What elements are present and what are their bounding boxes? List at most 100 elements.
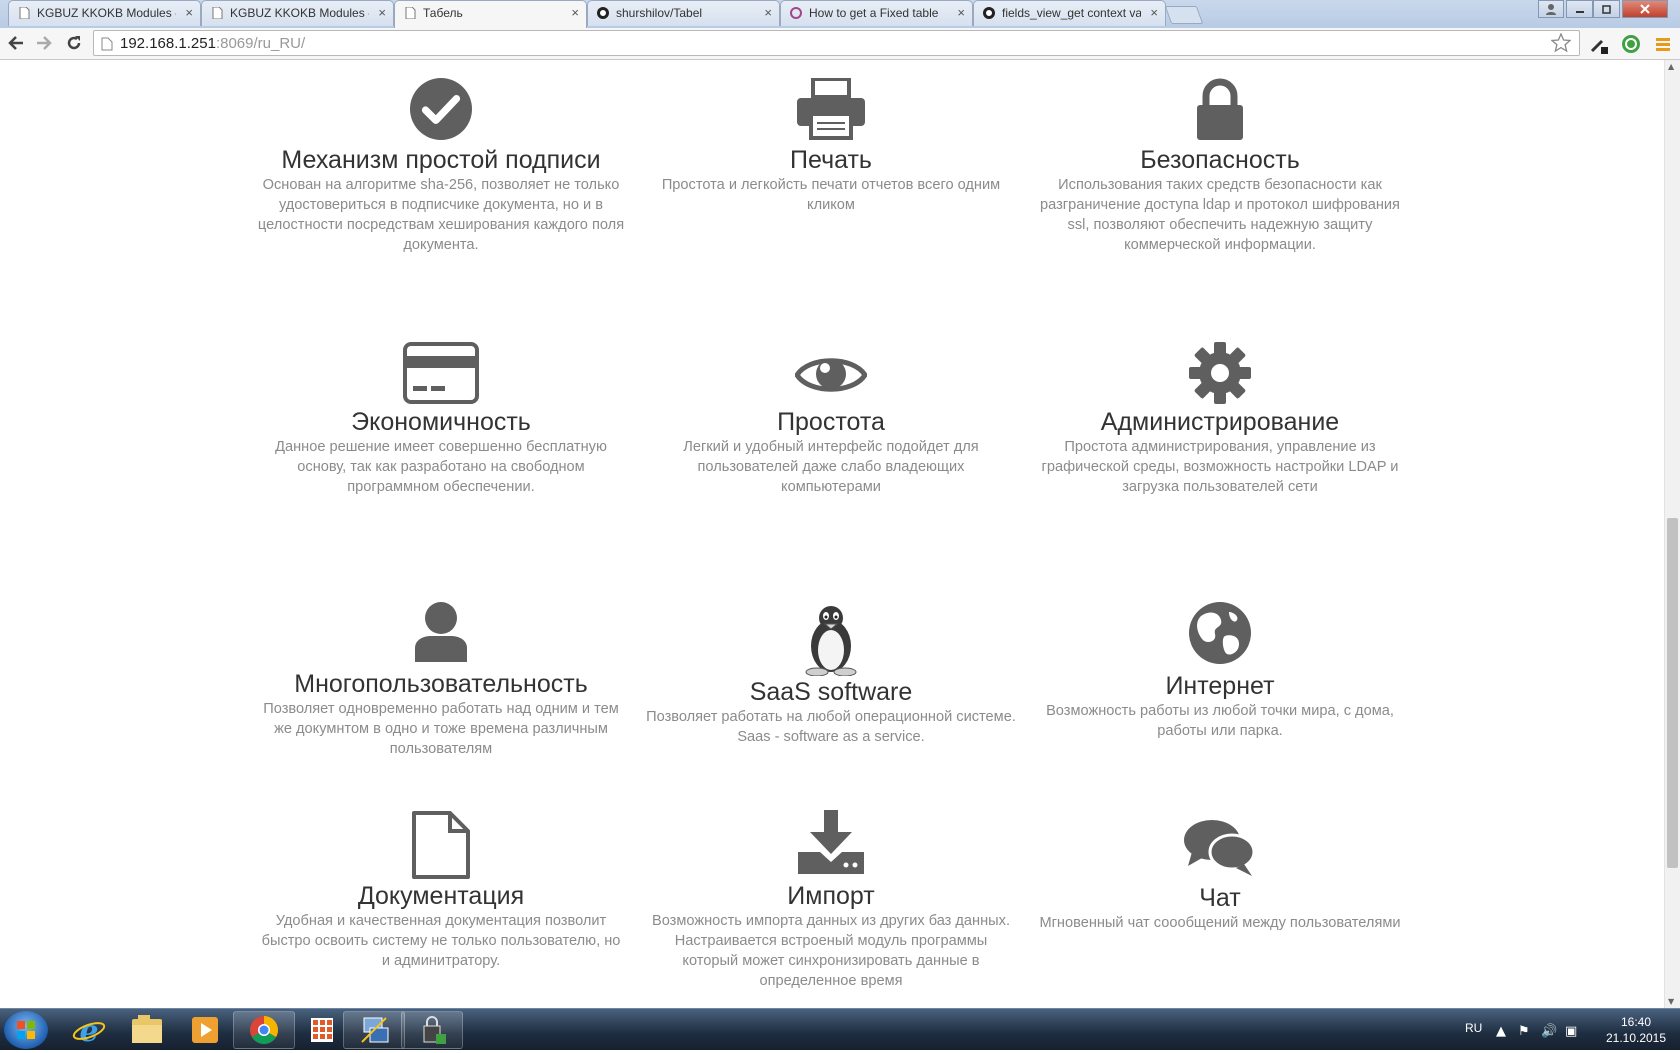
forward-button[interactable] (32, 31, 56, 55)
clock-date: 21.10.2015 (1605, 1031, 1667, 1045)
feature-description: Возможность импорта данных из других баз… (651, 913, 1011, 989)
browser-tab-title: shurshilov/Tabel (616, 6, 703, 20)
windows-start-icon[interactable] (4, 1011, 48, 1049)
user-icon (415, 602, 467, 662)
feature-description: Позволяет одновременно работать над одни… (263, 701, 619, 757)
credit-card-icon (403, 342, 479, 404)
scrollbar-thumb[interactable] (1667, 518, 1678, 868)
browser-tab[interactable]: KGBUZ KKOKB Modules - × (201, 0, 394, 26)
feature-description: Возможность работы из любой точки мира, … (1046, 703, 1394, 739)
tab-close-icon[interactable]: × (185, 5, 193, 20)
url-host: 192.168.1.251 (120, 35, 216, 52)
feature-description: Основан на алгоритме sha-256, позволяет … (257, 177, 625, 253)
feature-title: Документация (357, 882, 525, 910)
tab-close-icon[interactable]: × (571, 5, 579, 20)
media-player-icon[interactable] (174, 1011, 236, 1049)
extension-eyedropper-icon[interactable] (1588, 33, 1610, 55)
feature-title: Экономичность (351, 408, 531, 436)
page-content: Механизм простой подписи Основан на алго… (0, 60, 1664, 1008)
page-icon (405, 7, 416, 19)
chrome-menu-icon[interactable] (1652, 33, 1674, 55)
page-info-icon (101, 37, 113, 51)
feature-title: Многопользовательность (294, 670, 588, 698)
tab-close-icon[interactable]: × (378, 5, 386, 20)
linux-penguin-icon (805, 606, 857, 676)
feature-description: Мгновенный чат соообщений между пользова… (1039, 915, 1401, 931)
gear-icon (1189, 342, 1251, 404)
tab-close-icon[interactable]: × (957, 5, 965, 20)
back-button[interactable] (4, 31, 28, 55)
browser-tab[interactable]: fields_view_get context va × (973, 0, 1166, 26)
feature-title: SaaS software (749, 678, 913, 706)
feature-title: Импорт (787, 882, 875, 910)
forward-arrow-icon (37, 36, 52, 50)
feature-simplicity: Простота Легкий и удобный интерфейс подо… (646, 352, 1016, 497)
feature-description: Легкий и удобный интерфейс подойдет для … (683, 439, 979, 495)
language-indicator[interactable]: RU (1465, 1021, 1482, 1035)
chrome-icon[interactable] (233, 1011, 295, 1049)
lock-icon (1197, 78, 1243, 140)
extension-green-icon[interactable] (1620, 33, 1642, 55)
restore-button[interactable] (1593, 0, 1620, 18)
browser-tab-title: Табель (423, 6, 463, 20)
feature-description: Данное решение имеет совершенно бесплатн… (275, 439, 607, 495)
action-center-flag-icon[interactable]: ⚑ (1518, 1024, 1530, 1039)
browser-tab-title: fields_view_get context va (1002, 6, 1141, 20)
browser-tab-title: How to get a Fixed table (809, 6, 939, 20)
github-icon (983, 7, 995, 19)
volume-icon[interactable]: 🔊 (1541, 1024, 1557, 1039)
feature-description: Использования таких средств безопасности… (1040, 177, 1400, 253)
reload-button[interactable] (62, 31, 86, 55)
feature-description: Простота администрирования, управление и… (1041, 439, 1399, 495)
browser-tab[interactable]: shurshilov/Tabel × (587, 0, 780, 26)
url-text[interactable]: 192.168.1.251:8069/ru_RU/ (120, 35, 720, 52)
feature-chat: Чат Мгновенный чат соообщений между поль… (1035, 820, 1405, 933)
address-bar[interactable]: 192.168.1.251:8069/ru_RU/ (93, 30, 1580, 56)
system-clock[interactable]: 16:40 21.10.2015 (1596, 1014, 1676, 1046)
url-path: :8069/ru_RU/ (215, 35, 306, 52)
feature-documentation: Документация Удобная и качественная доку… (256, 810, 626, 971)
clock-time: 16:40 (1620, 1015, 1652, 1029)
user-profile-icon[interactable] (1538, 0, 1564, 18)
new-tab-button[interactable] (1164, 6, 1204, 24)
network-settings-icon[interactable] (343, 1011, 405, 1049)
feature-security: Безопасность Использования таких средств… (1035, 78, 1405, 255)
feature-multiuser: Многопользовательность Позволяет одновре… (256, 602, 626, 759)
feature-saas: SaaS software Позволяет работать на любо… (646, 604, 1016, 747)
svg-text:e: e (79, 1014, 98, 1049)
browser-tab-active[interactable]: Табель × (394, 0, 587, 28)
feature-title: Механизм простой подписи (281, 146, 601, 174)
minimize-button[interactable] (1566, 0, 1593, 18)
feature-title: Чат (1199, 884, 1241, 912)
security-app-icon[interactable] (401, 1011, 463, 1049)
vertical-scrollbar[interactable]: ▲ ▼ (1664, 60, 1680, 1008)
browser-tab-title: KGBUZ KKOKB Modules - (230, 6, 369, 20)
feature-simple-signature: Механизм простой подписи Основан на алго… (256, 78, 626, 255)
document-icon (412, 811, 470, 879)
feature-internet: Интернет Возможность работы из любой точ… (1035, 602, 1405, 741)
tab-close-icon[interactable]: × (764, 5, 772, 20)
tab-close-icon[interactable]: × (1150, 5, 1158, 20)
internet-explorer-icon[interactable]: e (58, 1011, 120, 1049)
window-close-button[interactable] (1622, 0, 1668, 18)
file-explorer-icon[interactable] (116, 1011, 178, 1049)
odoo-icon (790, 7, 802, 19)
browser-tab[interactable]: How to get a Fixed table × (780, 0, 973, 26)
show-hidden-icons-icon[interactable]: ▲ (1496, 1024, 1506, 1039)
browser-tab-strip: KGBUZ KKOKB Modules - × KGBUZ KKOKB Modu… (0, 0, 1680, 28)
download-icon (798, 810, 864, 874)
windows-taskbar: e RU ▲ ⚑ 🔊 ▣ 16:40 21.10.2015 (0, 1008, 1680, 1050)
browser-tab[interactable]: KGBUZ KKOKB Modules - × (8, 0, 201, 26)
globe-icon (1189, 602, 1251, 664)
bookmark-star-icon[interactable] (1551, 33, 1571, 53)
checkmark-circle-icon (410, 78, 472, 140)
feature-title: Интернет (1165, 672, 1275, 700)
eye-icon (795, 358, 867, 392)
feature-economy: Экономичность Данное решение имеет совер… (256, 342, 626, 497)
scroll-down-arrow-icon[interactable]: ▼ (1668, 997, 1674, 1006)
feature-import: Импорт Возможность импорта данных из дру… (646, 810, 1016, 991)
network-icon[interactable]: ▣ (1565, 1024, 1577, 1039)
feature-description: Простота и легкойсть печати отчетов всег… (661, 177, 1001, 213)
scroll-up-arrow-icon[interactable]: ▲ (1668, 62, 1674, 71)
feature-title: Простота (777, 408, 885, 436)
